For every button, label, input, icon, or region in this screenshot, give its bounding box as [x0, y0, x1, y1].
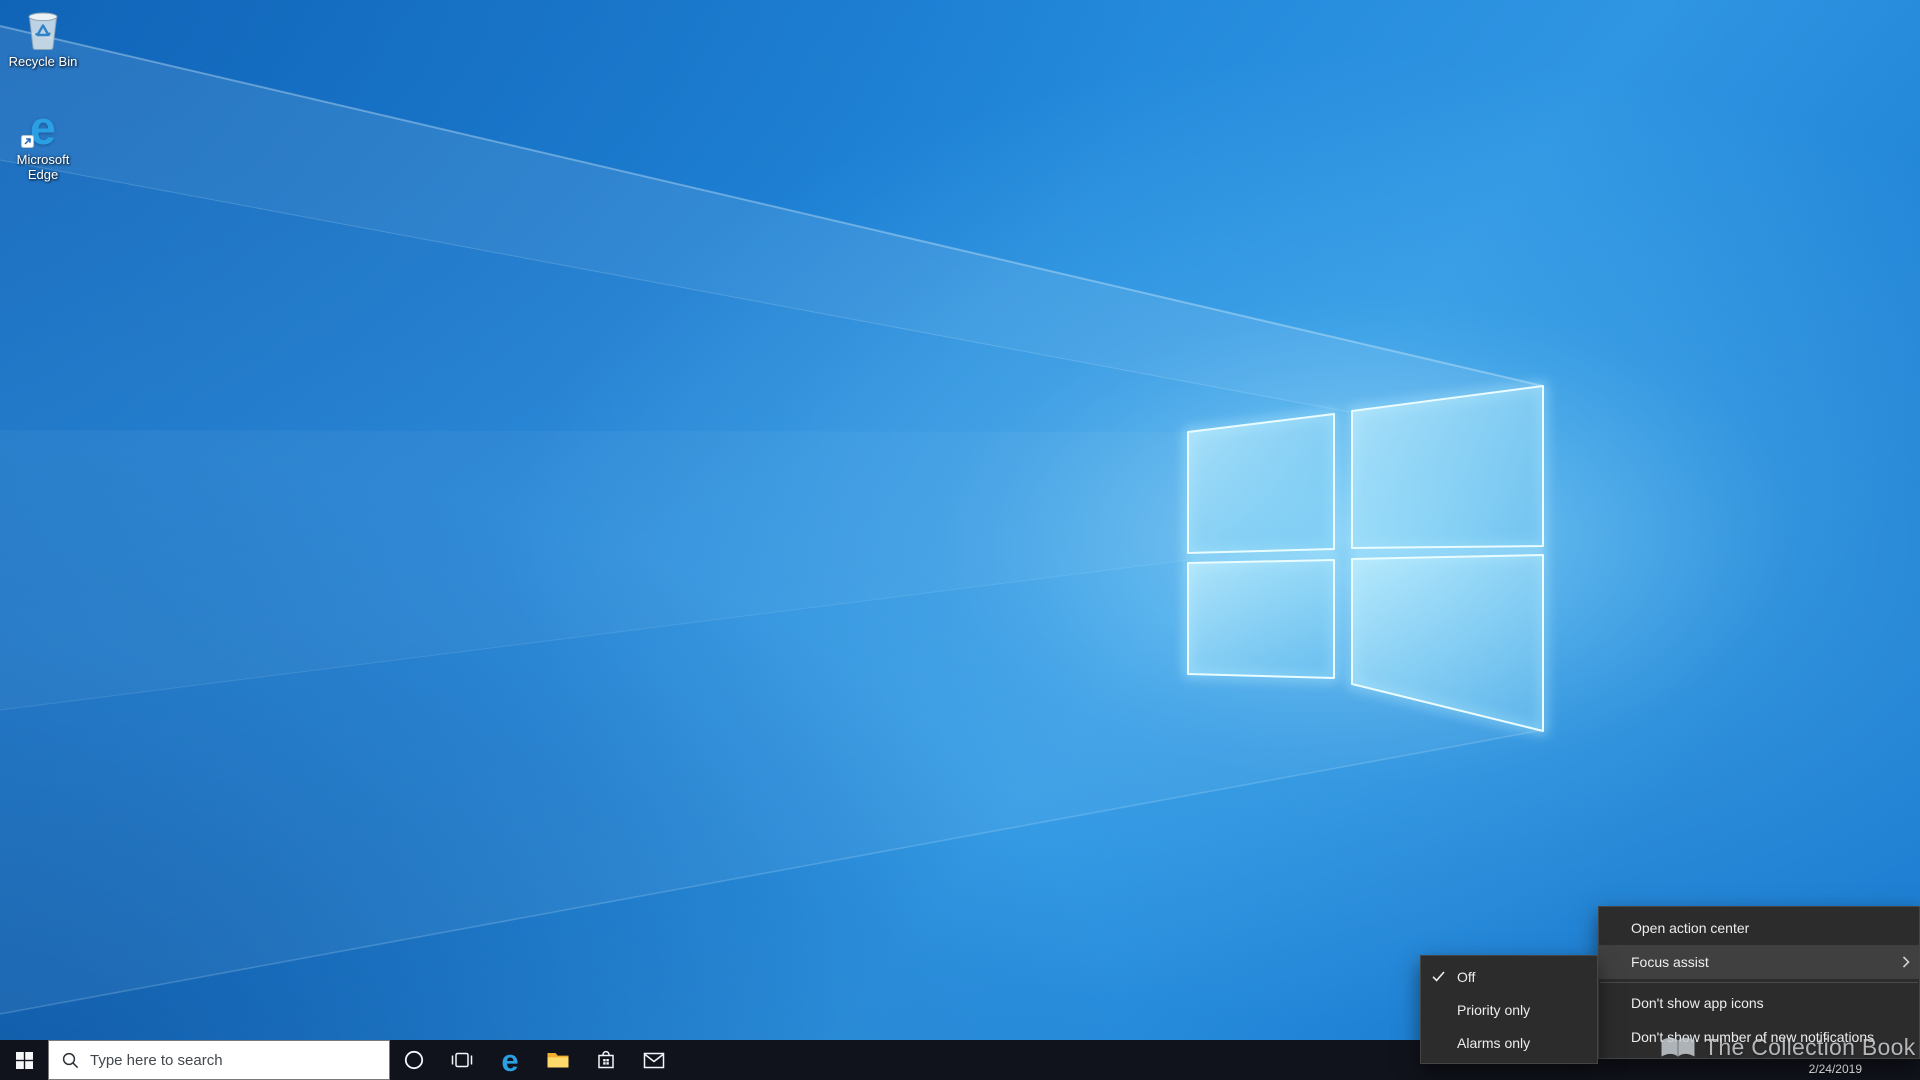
- desktop-icon-recycle-bin[interactable]: Recycle Bin: [6, 8, 80, 70]
- checkmark-icon: [1432, 971, 1445, 982]
- desktop-icon-label: Microsoft Edge: [16, 152, 70, 182]
- file-explorer-button[interactable]: [534, 1040, 582, 1080]
- menu-item-label: Alarms only: [1457, 1034, 1531, 1051]
- folder-icon: [547, 1053, 569, 1068]
- tray-context-menu: Open action center Focus assist Don't sh…: [1598, 906, 1920, 1059]
- recycle-bin-icon: [28, 12, 58, 51]
- cortana-icon: [404, 1050, 424, 1070]
- store-button[interactable]: [582, 1040, 630, 1080]
- shortcut-arrow-icon: [21, 135, 34, 148]
- windows-logo-icon: [15, 1051, 33, 1069]
- menu-item-open-action-center[interactable]: Open action center: [1599, 911, 1919, 945]
- taskbar-clock-date[interactable]: 2/24/2019: [1809, 1062, 1862, 1076]
- desktop-icon-microsoft-edge[interactable]: Microsoft Edge: [6, 106, 80, 182]
- menu-item-dont-show-app-icons[interactable]: Don't show app icons: [1599, 986, 1919, 1020]
- task-view-icon: [451, 1052, 473, 1068]
- menu-separator: [1600, 982, 1918, 983]
- focus-assist-submenu: Off Priority only Alarms only: [1420, 955, 1598, 1064]
- edge-taskbar-button[interactable]: [486, 1040, 534, 1080]
- edge-icon: [501, 1045, 518, 1076]
- mail-icon: [643, 1052, 665, 1068]
- menu-item-priority-only[interactable]: Priority only: [1421, 993, 1597, 1026]
- start-button[interactable]: [0, 1040, 48, 1080]
- menu-item-label: Open action center: [1631, 920, 1750, 936]
- menu-item-label: Priority only: [1457, 1001, 1531, 1018]
- menu-item-alarms-only[interactable]: Alarms only: [1421, 1026, 1597, 1059]
- menu-item-label: Don't show app icons: [1631, 995, 1764, 1011]
- task-view-button[interactable]: [438, 1040, 486, 1080]
- desktop-icon-label: Recycle Bin: [8, 54, 78, 69]
- windows-desktop[interactable]: Recycle Bin Microsoft Edge Off Priority …: [0, 0, 1920, 1080]
- menu-item-label: Focus assist: [1631, 954, 1709, 970]
- taskbar-search[interactable]: [48, 1040, 390, 1080]
- menu-item-focus-assist[interactable]: Focus assist: [1599, 945, 1919, 979]
- menu-item-off[interactable]: Off: [1421, 960, 1597, 993]
- menu-item-label: Off: [1457, 968, 1476, 985]
- search-input[interactable]: [90, 1051, 379, 1069]
- cortana-button[interactable]: [390, 1040, 438, 1080]
- store-bag-icon: [598, 1050, 614, 1069]
- menu-item-label: Don't show number of new notifications: [1631, 1029, 1875, 1045]
- mail-button[interactable]: [630, 1040, 678, 1080]
- menu-item-dont-show-number-of-new-notifications[interactable]: Don't show number of new notifications: [1599, 1020, 1919, 1054]
- submenu-arrow-icon: [1902, 956, 1910, 968]
- search-icon: [62, 1052, 79, 1068]
- clock-date-text: 2/24/2019: [1808, 1062, 1862, 1076]
